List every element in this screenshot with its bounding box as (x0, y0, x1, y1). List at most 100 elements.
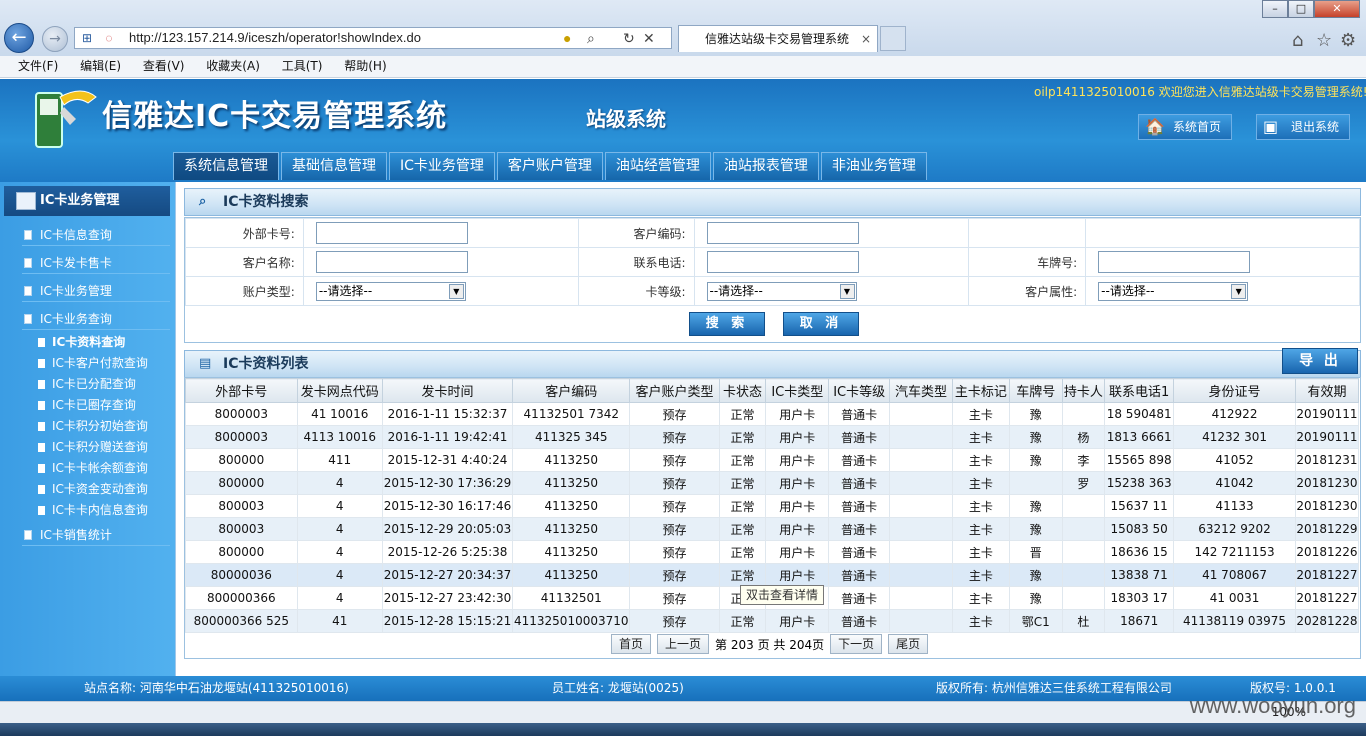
sidebar-sub-points-init[interactable]: IC卡积分初始查询 (38, 416, 170, 437)
table-cell: 主卡 (952, 494, 1010, 518)
menu-help[interactable]: 帮助(H) (344, 56, 386, 77)
compat-icon[interactable]: ⊞ (79, 30, 95, 46)
cancel-button[interactable]: 取 消 (783, 312, 859, 336)
sidebar-item-card-issue[interactable]: IC卡发卡售卡 (22, 252, 170, 274)
label-card-level: 卡等级: (577, 276, 695, 306)
tab-station-operation[interactable]: 油站经营管理 (604, 152, 711, 180)
sidebar-sub-card-data[interactable]: IC卡资料查询 (38, 332, 170, 353)
maximize-button[interactable]: □ (1288, 0, 1314, 18)
table-cell: 正常 (718, 540, 767, 564)
menu-tools[interactable]: 工具(T) (282, 56, 323, 77)
minimize-button[interactable]: – (1262, 0, 1288, 18)
sidebar-sub-customer-payment[interactable]: IC卡客户付款查询 (38, 353, 170, 374)
tab-system-info[interactable]: 系统信息管理 (173, 152, 279, 180)
search-icon[interactable]: ⌕ (587, 28, 595, 48)
table-row[interactable]: 800000 4 2015-12-26 5:25:38 4113250 预存 正常 用户卡普… (185, 540, 1360, 564)
table-cell: 41 10016 (296, 402, 383, 426)
prev-page-button[interactable]: 上一页 (657, 634, 710, 654)
browser-tab[interactable]: 信雅达站级卡交易管理系统 × (678, 25, 878, 52)
favorite-icon[interactable]: ● (563, 28, 571, 48)
refresh-icon[interactable]: ↻ (623, 28, 635, 48)
column-header[interactable]: 联系电话1 (1104, 378, 1175, 403)
table-row[interactable]: 80000036 4 2015-12-27 20:34:37 4113250 预存 正常用… (185, 563, 1360, 587)
sidebar-item-card-business[interactable]: IC卡业务管理 (22, 280, 170, 302)
sidebar-item-sales-stats[interactable]: IC卡销售统计 (22, 524, 170, 546)
chevron-down-icon[interactable]: ▼ (1231, 283, 1247, 299)
sidebar-item-card-query[interactable]: IC卡业务查询 (22, 308, 170, 330)
sidebar-sub-allocated[interactable]: IC卡已分配查询 (38, 374, 170, 395)
card-level-select[interactable]: --请选择-- ▼ (706, 281, 857, 301)
menu-favorites[interactable]: 收藏夹(A) (206, 56, 260, 77)
next-page-button[interactable]: 下一页 (830, 634, 883, 654)
back-button[interactable]: ← (4, 23, 34, 53)
tab-non-oil-business[interactable]: 非油业务管理 (820, 152, 927, 180)
staff-name: 员工姓名: 龙堰站(0025) (552, 681, 684, 695)
sidebar-item-card-info[interactable]: IC卡信息查询 (22, 224, 170, 246)
table-row[interactable]: 800003 4 2015-12-29 20:05:03 4113250 预存 正常 用户卡… (185, 517, 1360, 541)
column-header[interactable]: IC卡等级 (828, 378, 891, 403)
export-button[interactable]: 导 出 (1282, 348, 1358, 374)
search-button[interactable]: 搜 索 (689, 312, 765, 336)
column-header[interactable]: 车牌号 (1008, 378, 1063, 403)
tab-close-icon[interactable]: × (861, 26, 871, 52)
table-row[interactable]: 8000003 41 10016 2016-1-11 15:32:37 4113250… (185, 402, 1360, 426)
phone-input[interactable] (706, 251, 859, 273)
table-row[interactable]: 800000366 525 41 2015-12-28 15:15:21 411325… (185, 609, 1360, 633)
cust-attr-select[interactable]: --请选择-- ▼ (1098, 281, 1249, 301)
sidebar-sub-points-gift[interactable]: IC卡积分赠送查询 (38, 437, 170, 458)
tab-station-reports[interactable]: 油站报表管理 (712, 152, 819, 180)
menu-edit[interactable]: 编辑(E) (80, 56, 121, 77)
copyright: 版权所有: 杭州信雅达三佳系统工程有限公司 (936, 681, 1172, 695)
column-header[interactable]: 客户编码 (512, 378, 631, 403)
plate-input[interactable] (1098, 251, 1251, 273)
close-window-button[interactable]: ✕ (1314, 0, 1360, 18)
table-row[interactable]: 800000 411 2015-12-31 4:40:24 4113250 预存 正常 用户… (185, 448, 1360, 472)
chevron-down-icon[interactable]: ▼ (839, 283, 855, 299)
column-header[interactable]: 发卡时间 (381, 378, 514, 403)
sidebar-sub-balance[interactable]: IC卡卡帐余额查询 (38, 458, 170, 479)
sidebar-sub-label: IC卡资金变动查询 (52, 482, 148, 496)
column-header[interactable]: 主卡标记 (952, 378, 1010, 403)
favorites-star-icon[interactable]: ☆ (1316, 30, 1332, 51)
column-header[interactable]: 外部卡号 (185, 378, 298, 403)
new-tab-button[interactable] (880, 26, 906, 51)
column-header[interactable]: 卡状态 (718, 378, 767, 403)
exit-button[interactable]: ▣ 退出系统 (1256, 114, 1351, 140)
table-row[interactable]: 800000 4 2015-12-30 17:36:29 4113250 预存 正常 用户卡… (185, 471, 1360, 495)
stop-icon[interactable]: ✕ (643, 28, 655, 48)
cust-name-input[interactable] (315, 251, 468, 273)
table-row[interactable]: 8000003 4113 10016 2016-1-11 19:42:41 41132… (185, 425, 1360, 449)
acct-type-select[interactable]: --请选择-- ▼ (315, 281, 466, 301)
column-header[interactable]: 持卡人 (1061, 378, 1106, 403)
home-button[interactable]: 🏠 系统首页 (1138, 114, 1233, 140)
menu-file[interactable]: 文件(F) (18, 56, 58, 77)
first-page-button[interactable]: 首页 (611, 634, 652, 654)
tab-customer-account[interactable]: 客户账户管理 (496, 152, 603, 180)
table-cell: 80000036 (185, 563, 298, 587)
column-header[interactable]: IC卡类型 (765, 378, 830, 403)
column-header[interactable]: 客户账户类型 (629, 378, 720, 403)
sidebar-sub-fund-change[interactable]: IC卡资金变动查询 (38, 479, 170, 500)
column-header[interactable]: 有效期 (1294, 378, 1360, 403)
table-cell: 主卡 (952, 517, 1010, 541)
sidebar-sub-loaded[interactable]: IC卡已圈存查询 (38, 395, 170, 416)
ext-card-input[interactable] (315, 222, 468, 244)
table-cell: 正常 (718, 425, 767, 449)
cust-code-input[interactable] (706, 222, 859, 244)
table-cell: 800000 (185, 448, 298, 472)
tab-basic-info[interactable]: 基础信息管理 (281, 152, 387, 180)
table-row[interactable]: 800003 4 2015-12-30 16:17:46 4113250 预存 正常 用户卡… (185, 494, 1360, 518)
forward-button[interactable]: → (42, 26, 68, 52)
tab-ic-card-business[interactable]: IC卡业务管理 (389, 152, 495, 180)
column-header[interactable]: 身份证号 (1173, 378, 1296, 403)
chevron-down-icon[interactable]: ▼ (448, 283, 464, 299)
sidebar-sub-card-internal[interactable]: IC卡卡内信息查询 (38, 500, 170, 521)
address-bar[interactable]: ⊞ ◌ http://123.157.214.9/iceszh/operator… (74, 27, 672, 49)
home-icon[interactable]: ⌂ (1292, 30, 1303, 51)
settings-gear-icon[interactable]: ⚙ (1340, 30, 1356, 51)
column-header[interactable]: 发卡网点代码 (296, 378, 383, 403)
menu-view[interactable]: 查看(V) (143, 56, 185, 77)
sidebar-sub-label: IC卡客户付款查询 (52, 356, 148, 370)
last-page-button[interactable]: 尾页 (888, 634, 929, 654)
column-header[interactable]: 汽车类型 (889, 378, 954, 403)
